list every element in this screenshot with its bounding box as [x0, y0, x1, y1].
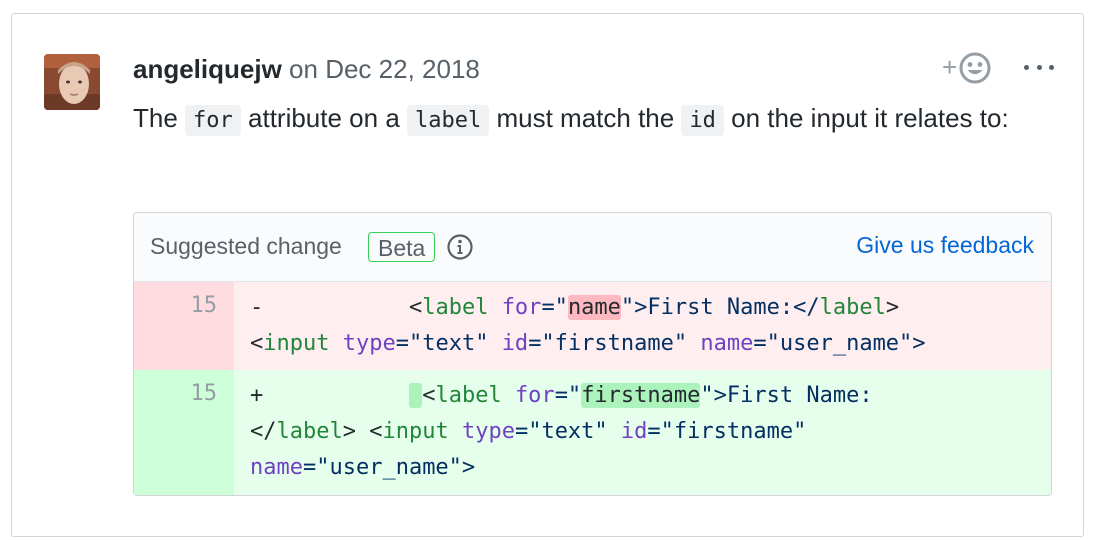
suggested-change: Suggested change Beta Give us feedback 1… [133, 212, 1052, 496]
comment-header: angeliquejw on Dec 22, 2018 [133, 52, 480, 86]
code-token: id [620, 419, 648, 444]
code-token: for [501, 295, 542, 320]
code-token: label [422, 295, 489, 320]
code-token: type [342, 331, 396, 356]
code-token: input [263, 331, 330, 356]
code-token: ="firstname" [528, 331, 701, 356]
body-text: The [133, 103, 186, 133]
diff-sign: - [250, 295, 264, 320]
code-token: id [501, 331, 529, 356]
code-token: > [885, 295, 900, 320]
body-text: on the input it relates to: [723, 103, 1009, 133]
code-token: name [700, 331, 754, 356]
inline-code: label [407, 105, 490, 136]
code-token: ="firstname" [647, 419, 807, 444]
code-token: ="text" [395, 331, 502, 356]
code-token: =" [541, 295, 568, 320]
author-link[interactable]: angeliquejw [133, 54, 282, 84]
more-options-button[interactable] [1024, 58, 1054, 76]
line-number[interactable]: 15 [191, 381, 218, 406]
code-token: < [422, 383, 436, 408]
body-text: attribute on a [240, 103, 408, 133]
line-number-gutter: 15 [134, 282, 234, 370]
code-token: name [250, 455, 303, 480]
code-token: </ [250, 419, 277, 444]
code-token: ="user_name"> [753, 331, 926, 356]
give-feedback-link[interactable]: Give us feedback [856, 232, 1034, 259]
code-token: ">First Name: [700, 383, 873, 408]
code-token: type [461, 419, 515, 444]
code-token: for [514, 383, 555, 408]
body-text: must match the [489, 103, 682, 133]
code-token: input [382, 419, 449, 444]
diff-removed-row: 15 - <label for="name">First Name:</labe… [134, 282, 1051, 370]
removed-code-line: - <label for="name">First Name:</label> … [250, 290, 1030, 362]
line-number[interactable]: 15 [191, 293, 218, 318]
suggested-change-header: Suggested change Beta Give us feedback [134, 213, 1051, 282]
added-whitespace-highlight [408, 383, 423, 408]
code-token: ="user_name"> [302, 455, 476, 480]
smiley-icon [959, 52, 991, 84]
comment-body: The for attribute on a label must match … [133, 97, 1013, 142]
avatar-image [44, 54, 100, 110]
code-token: < [250, 331, 264, 356]
added-highlight: firstname [581, 383, 701, 408]
diff-added-row: 15 + <label for="firstname">First Name: … [134, 370, 1051, 495]
removed-highlight: name [567, 295, 621, 320]
line-number-gutter: 15 [134, 370, 234, 495]
plus-icon: + [942, 52, 958, 82]
comment-date[interactable]: on Dec 22, 2018 [289, 54, 480, 84]
beta-badge: Beta [368, 232, 436, 262]
add-reaction-button[interactable]: + [942, 50, 1002, 86]
kebab-horizontal-icon [1024, 64, 1029, 70]
code-token: =" [554, 383, 582, 408]
inline-code: id [681, 105, 724, 136]
code-token: ">First Name:</ [620, 295, 820, 320]
diff-sign: + [250, 383, 264, 408]
code-token: label [435, 383, 502, 408]
suggested-change-title: Suggested change [150, 233, 342, 259]
info-icon[interactable] [446, 233, 474, 261]
code-token: > < [342, 419, 383, 444]
code-token: ="text" [514, 419, 621, 444]
code-token: label [819, 295, 886, 320]
inline-code: for [185, 105, 241, 136]
code-token: < [408, 295, 423, 320]
added-code-line: + <label for="firstname">First Name: </l… [250, 378, 1030, 486]
code-token: label [276, 419, 343, 444]
avatar[interactable] [44, 54, 100, 110]
